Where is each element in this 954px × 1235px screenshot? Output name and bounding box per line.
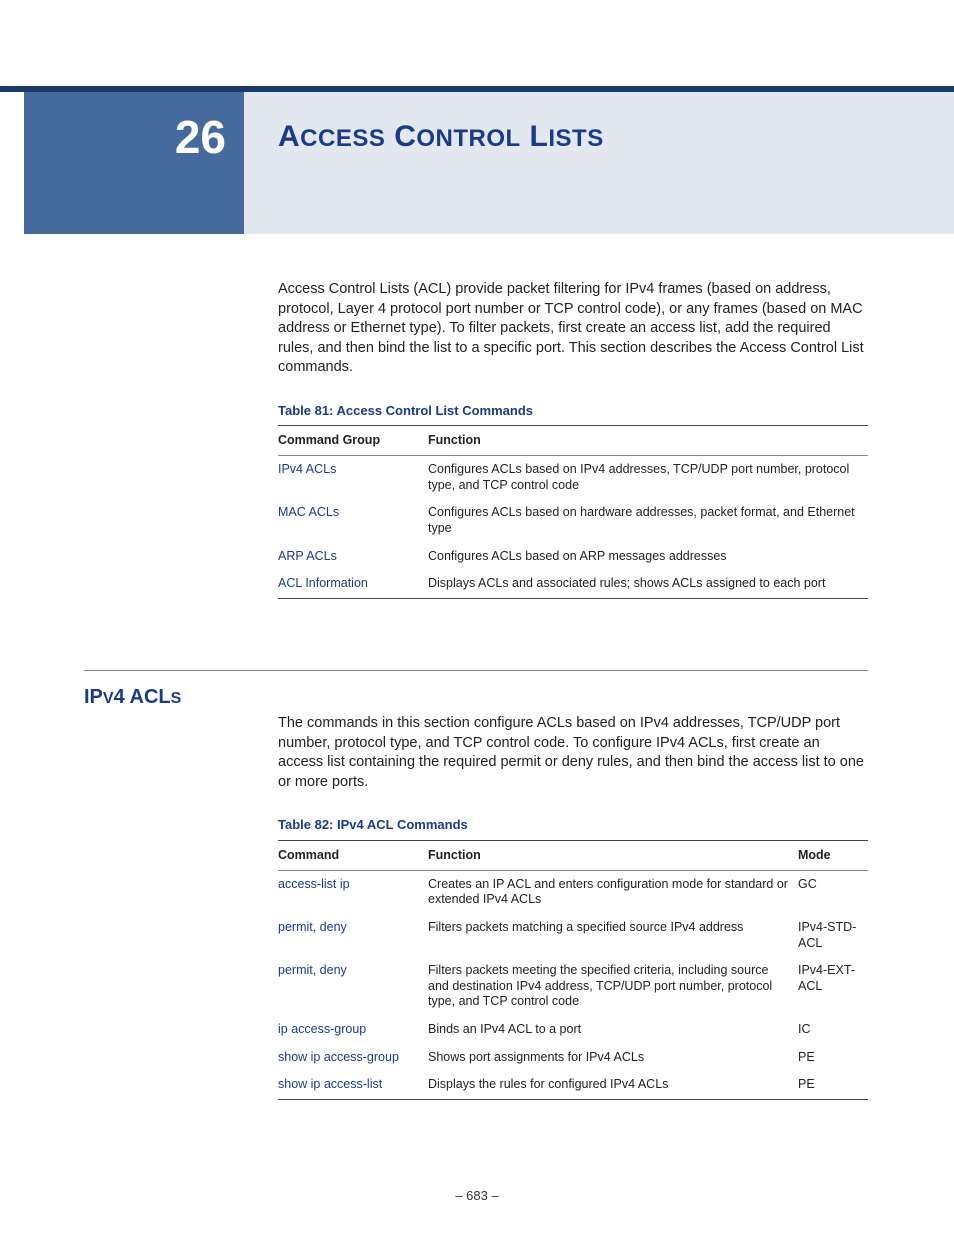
table-row: access-list ip Creates an IP ACL and ent… xyxy=(278,870,868,914)
table82-header-function: Function xyxy=(428,840,798,870)
link-acl-information[interactable]: ACL Information xyxy=(278,576,368,590)
link-permit-deny-std[interactable]: permit, deny xyxy=(278,920,347,934)
table-row: ARP ACLs Configures ACLs based on ARP me… xyxy=(278,543,868,571)
link-ip-access-group[interactable]: ip access-group xyxy=(278,1022,366,1036)
table82-func-4: Shows port assignments for IPv4 ACLs xyxy=(428,1044,798,1072)
table81: Command Group Function IPv4 ACLs Configu… xyxy=(278,425,868,599)
table-row: show ip access-group Shows port assignme… xyxy=(278,1044,868,1072)
table81-func-0: Configures ACLs based on IPv4 addresses,… xyxy=(428,456,868,500)
table82-func-0: Creates an IP ACL and enters configurati… xyxy=(428,870,798,914)
link-mac-acls[interactable]: MAC ACLs xyxy=(278,505,339,519)
intro-paragraph: Access Control Lists (ACL) provide packe… xyxy=(278,280,868,378)
table81-func-1: Configures ACLs based on hardware addres… xyxy=(428,499,868,542)
chapter-number: 26 xyxy=(24,110,226,164)
link-permit-deny-ext[interactable]: permit, deny xyxy=(278,963,347,977)
chapter-title: ACCESS CONTROL LISTS xyxy=(278,120,954,154)
table82-func-1: Filters packets matching a specified sou… xyxy=(428,914,798,957)
table-row: permit, deny Filters packets matching a … xyxy=(278,914,868,957)
table81-caption: Table 81: Access Control List Commands xyxy=(278,402,868,420)
table82-func-3: Binds an IPv4 ACL to a port xyxy=(428,1016,798,1044)
table82: Command Function Mode access-list ip Cre… xyxy=(278,840,868,1100)
table-row: IPv4 ACLs Configures ACLs based on IPv4 … xyxy=(278,456,868,500)
section-divider xyxy=(84,670,868,671)
section-heading-ipv4-acls: IPV4 ACLS xyxy=(84,686,181,709)
table82-header-command: Command xyxy=(278,840,428,870)
link-ipv4-acls[interactable]: IPv4 ACLs xyxy=(278,462,336,476)
table82-func-5: Displays the rules for configured IPv4 A… xyxy=(428,1071,798,1099)
table-row: ip access-group Binds an IPv4 ACL to a p… xyxy=(278,1016,868,1044)
table-row: MAC ACLs Configures ACLs based on hardwa… xyxy=(278,499,868,542)
table-row: ACL Information Displays ACLs and associ… xyxy=(278,570,868,598)
link-arp-acls[interactable]: ARP ACLs xyxy=(278,549,337,563)
section-ipv4-block: The commands in this section configure A… xyxy=(278,714,868,1100)
intro-block: Access Control Lists (ACL) provide packe… xyxy=(278,280,868,599)
table82-mode-0: GC xyxy=(798,870,868,914)
table82-mode-1: IPv4-STD-ACL xyxy=(798,914,868,957)
table82-func-2: Filters packets meeting the specified cr… xyxy=(428,957,798,1016)
page-number: – 683 – xyxy=(0,1188,954,1203)
table82-mode-2: IPv4-EXT-ACL xyxy=(798,957,868,1016)
table-row: permit, deny Filters packets meeting the… xyxy=(278,957,868,1016)
chapter-title-band: ACCESS CONTROL LISTS xyxy=(244,92,954,234)
link-show-ip-access-list[interactable]: show ip access-list xyxy=(278,1077,382,1091)
table-row: show ip access-list Displays the rules f… xyxy=(278,1071,868,1099)
table82-mode-4: PE xyxy=(798,1044,868,1072)
table81-func-3: Displays ACLs and associated rules; show… xyxy=(428,570,868,598)
link-access-list-ip[interactable]: access-list ip xyxy=(278,877,350,891)
link-show-ip-access-group[interactable]: show ip access-group xyxy=(278,1050,399,1064)
section-paragraph: The commands in this section configure A… xyxy=(278,714,868,792)
table81-func-2: Configures ACLs based on ARP messages ad… xyxy=(428,543,868,571)
table82-mode-3: IC xyxy=(798,1016,868,1044)
chapter-number-block: 26 xyxy=(24,92,244,234)
table82-mode-5: PE xyxy=(798,1071,868,1099)
table82-caption: Table 82: IPv4 ACL Commands xyxy=(278,816,868,834)
table81-header-function: Function xyxy=(428,426,868,456)
table82-header-mode: Mode xyxy=(798,840,868,870)
table81-header-group: Command Group xyxy=(278,426,428,456)
